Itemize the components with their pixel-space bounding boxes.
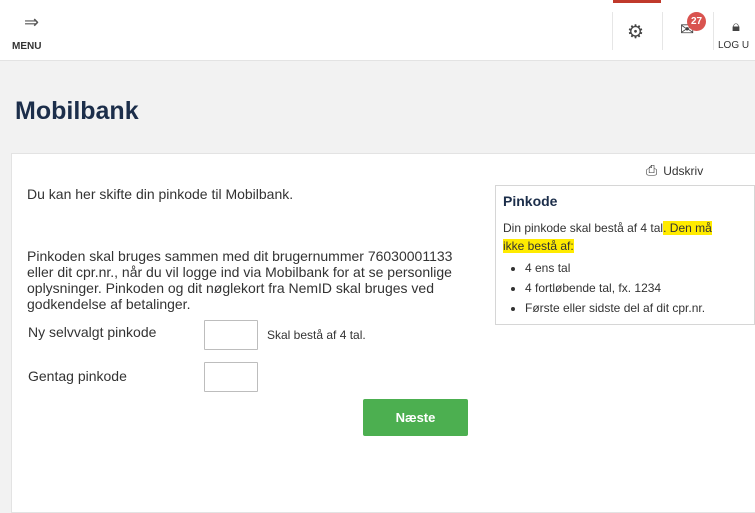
- menu-icon: ⇒: [24, 12, 40, 32]
- divider: [662, 12, 663, 50]
- mail-count-badge: 27: [687, 12, 706, 31]
- lock-icon: 🔒︎: [732, 18, 740, 35]
- new-pin-hint: Skal bestå af 4 tal.: [267, 328, 366, 342]
- page-title: Mobilbank: [15, 97, 139, 125]
- repeat-pin-input[interactable]: [204, 362, 258, 392]
- info-text-plain: Din pinkode skal bestå af 4 tal: [503, 221, 664, 235]
- list-item: 4 fortløbende tal, fx. 1234: [525, 278, 705, 298]
- new-pin-input[interactable]: [204, 320, 258, 350]
- top-bar: ⇒ MENU ⚙ ✉ 27 🔒︎ LOG U: [0, 0, 755, 61]
- next-button[interactable]: Næste: [363, 399, 468, 436]
- logout-button[interactable]: 🔒︎ LOG U: [716, 0, 755, 60]
- menu-button[interactable]: ⇒ MENU: [10, 10, 70, 54]
- mail-button[interactable]: ✉ 27: [668, 0, 712, 60]
- list-item: Første eller sidste del af dit cpr.nr.: [525, 298, 705, 318]
- list-item: 4 ens tal: [525, 258, 705, 278]
- logout-label: LOG U: [718, 40, 750, 51]
- info-text-line2: ikke bestå af:: [503, 239, 574, 253]
- settings-button[interactable]: ⚙: [613, 0, 661, 60]
- description-text: Pinkoden skal bruges sammen med dit brug…: [27, 248, 453, 312]
- info-list: 4 ens tal 4 fortløbende tal, fx. 1234 Fø…: [505, 258, 705, 318]
- info-title: Pinkode: [503, 193, 558, 209]
- gear-icon: ⚙: [627, 22, 645, 43]
- printer-icon: ⎙: [646, 162, 658, 178]
- print-label: Udskriv: [663, 164, 704, 178]
- info-text-line1: Din pinkode skal bestå af 4 tal. Den må: [503, 221, 712, 235]
- repeat-pin-label: Gentag pinkode: [28, 368, 127, 384]
- info-highlight-1: . Den må: [663, 221, 712, 235]
- print-button[interactable]: ⎙ Udskriv: [646, 162, 703, 179]
- info-highlight-2: ikke bestå af:: [503, 239, 574, 253]
- intro-text: Du kan her skifte din pinkode til Mobilb…: [27, 186, 294, 202]
- new-pin-label: Ny selvvalgt pinkode: [28, 324, 157, 340]
- menu-label: MENU: [12, 41, 42, 52]
- divider: [713, 12, 714, 50]
